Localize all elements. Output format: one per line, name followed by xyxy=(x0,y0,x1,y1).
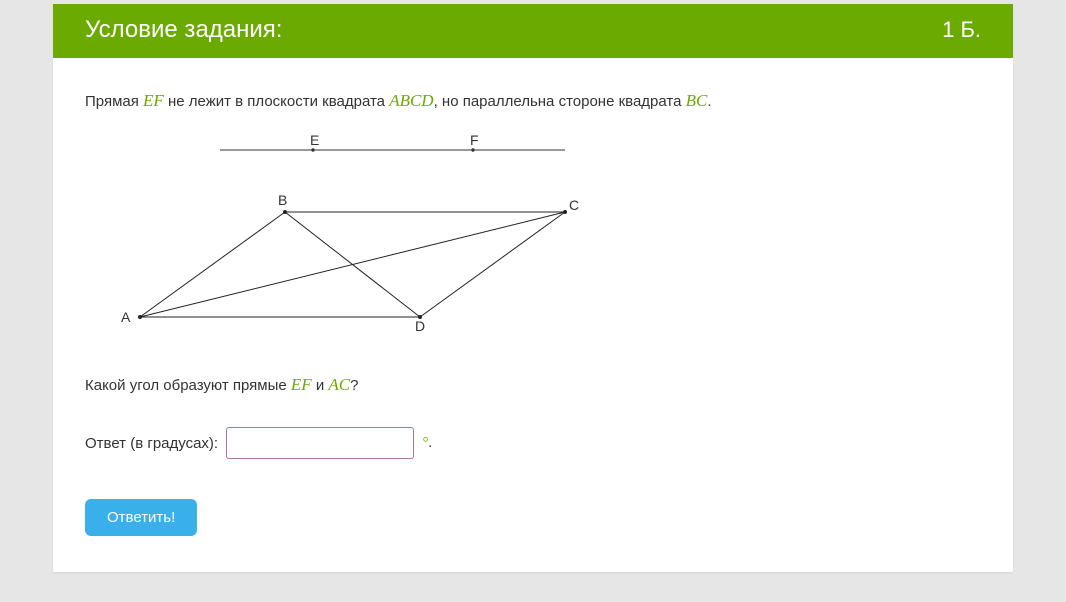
problem-statement: Прямая EF не лежит в плоскости квадрата … xyxy=(85,88,981,114)
math-var-ef: EF xyxy=(143,91,164,110)
figure-svg: E F B C A D xyxy=(115,132,605,332)
label-b: B xyxy=(278,192,287,208)
task-title: Условие задания: xyxy=(85,16,282,44)
text-segment: , но параллельна стороне квадрата xyxy=(434,93,686,110)
period: . xyxy=(428,434,432,451)
text-segment: и xyxy=(312,377,329,394)
task-score: 1 Б. xyxy=(942,17,981,43)
text-segment: Прямая xyxy=(85,93,143,110)
text-segment: Какой угол образуют прямые xyxy=(85,377,291,394)
question-text: Какой угол образуют прямые EF и AC? xyxy=(85,372,981,398)
label-f: F xyxy=(470,132,479,148)
task-content: Прямая EF не лежит в плоскости квадрата … xyxy=(53,58,1013,572)
geometry-figure: E F B C A D xyxy=(115,132,981,336)
text-segment: . xyxy=(707,93,711,110)
text-segment: ? xyxy=(350,377,358,394)
degree-unit: °. xyxy=(422,434,432,452)
answer-label: Ответ (в градусах): xyxy=(85,435,218,452)
answer-row: Ответ (в градусах): °. xyxy=(85,427,981,459)
submit-button[interactable]: Ответить! xyxy=(85,499,197,536)
text-segment: не лежит в плоскости квадрата xyxy=(164,93,389,110)
task-container: Условие задания: 1 Б. Прямая EF не лежит… xyxy=(53,4,1013,572)
label-d: D xyxy=(415,318,425,332)
math-var-ef2: EF xyxy=(291,375,312,394)
task-header: Условие задания: 1 Б. xyxy=(53,4,1013,58)
answer-input[interactable] xyxy=(226,427,414,459)
submit-button-label: Ответить! xyxy=(107,509,175,526)
math-var-abcd: ABCD xyxy=(389,91,433,110)
label-e: E xyxy=(310,132,319,148)
math-var-bc: BC xyxy=(686,91,708,110)
label-c: C xyxy=(569,197,579,213)
label-a: A xyxy=(121,309,131,325)
math-var-ac: AC xyxy=(328,375,350,394)
